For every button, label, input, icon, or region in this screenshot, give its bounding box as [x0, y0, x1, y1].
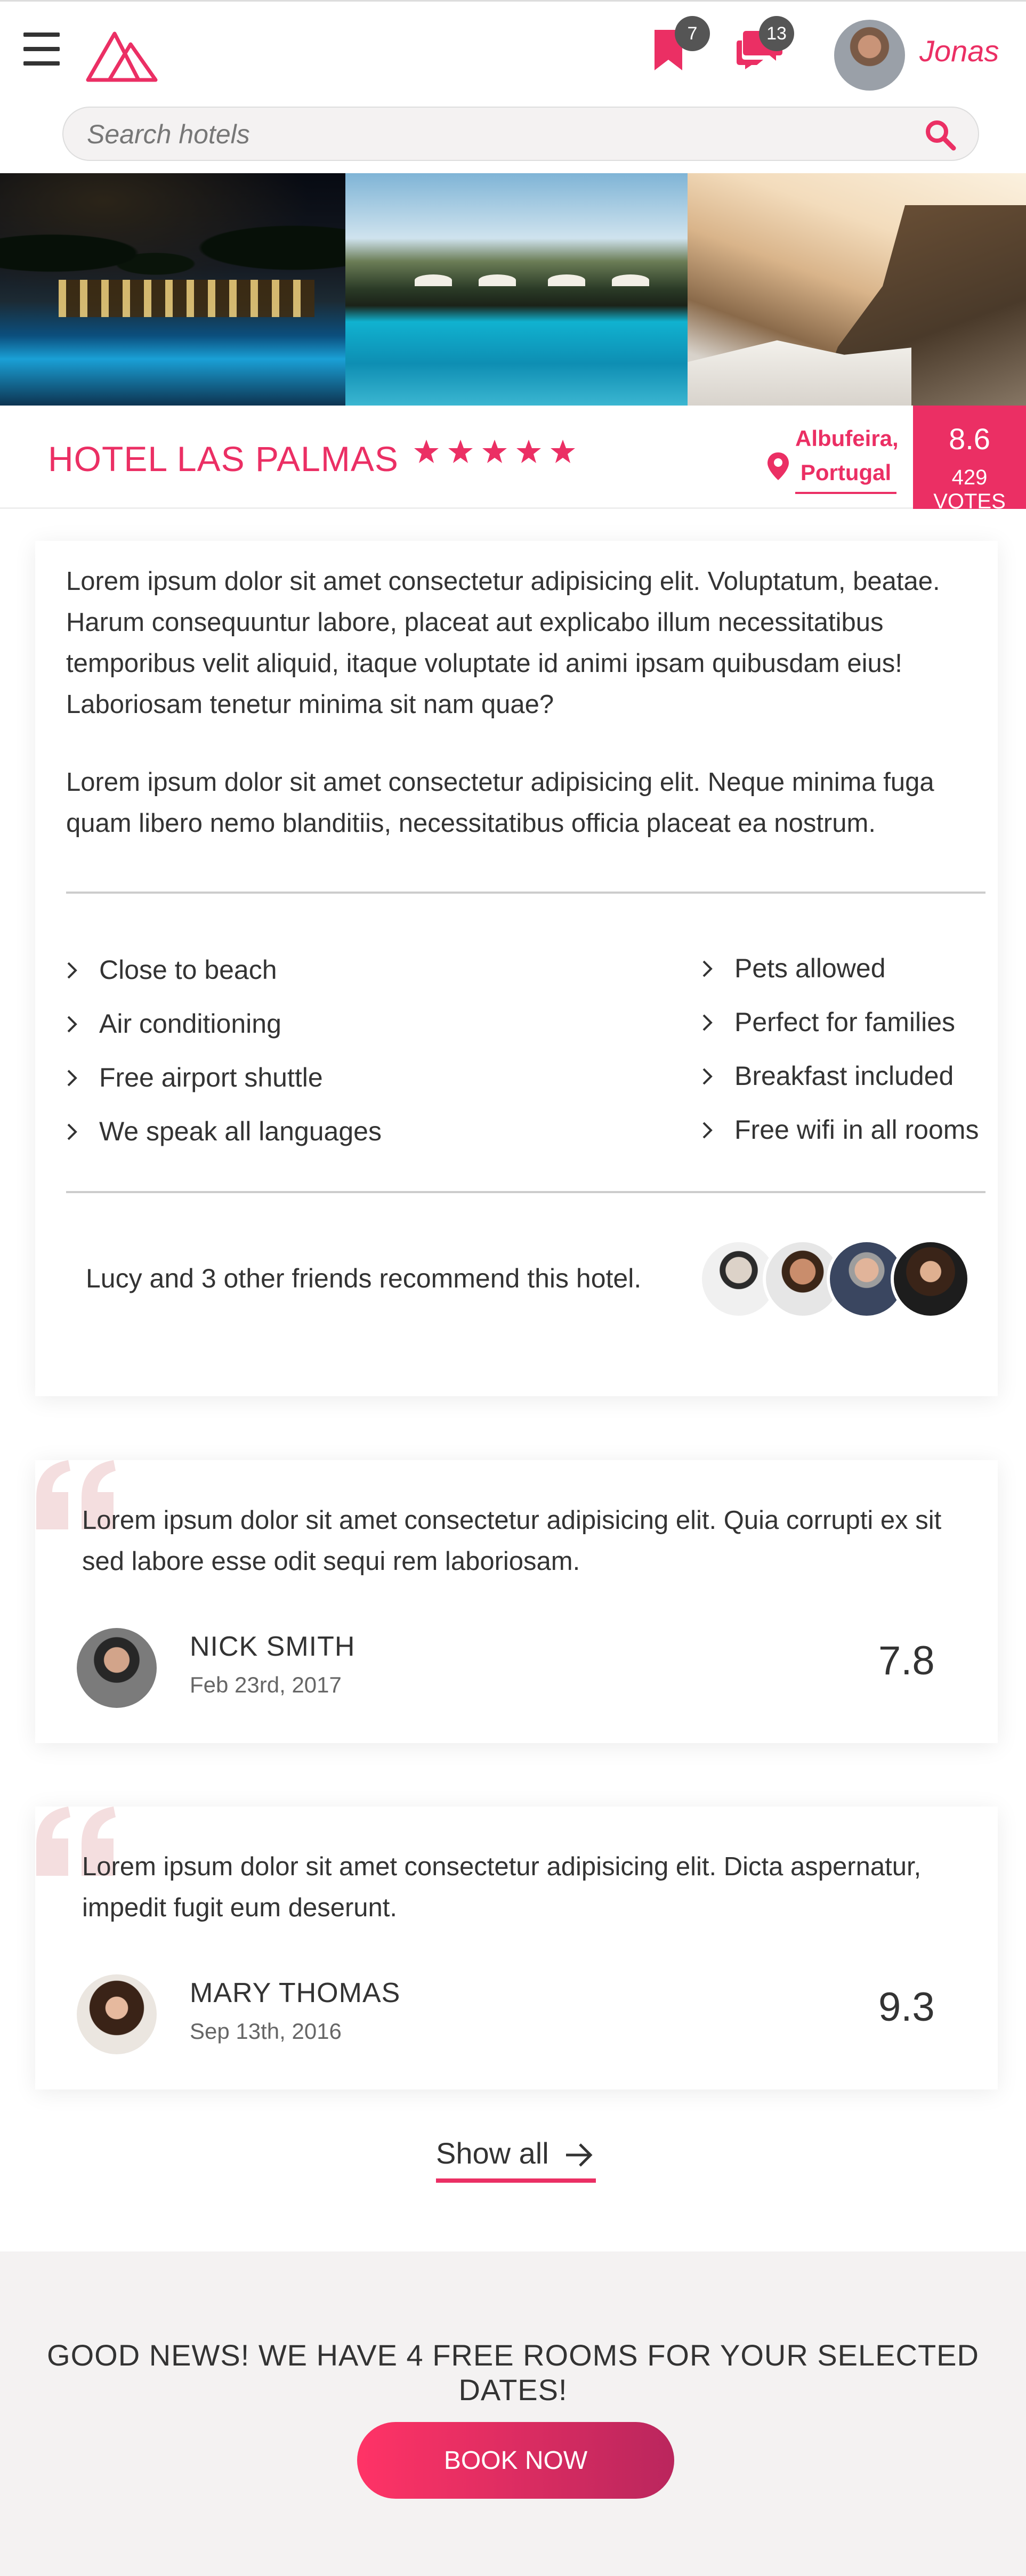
feature-label: Free airport shuttle — [99, 1063, 323, 1092]
search-icon[interactable] — [924, 118, 957, 151]
friend-avatar[interactable] — [891, 1239, 971, 1319]
chevron-right-icon — [702, 1014, 713, 1031]
chevron-right-icon — [702, 1068, 713, 1084]
cta-message: GOOD NEWS! WE HAVE 4 FREE ROOMS FOR YOUR… — [47, 2338, 979, 2407]
user-name[interactable]: Jonas — [919, 34, 999, 68]
location-country: Portugal — [800, 460, 892, 485]
coastal-cliff-photo[interactable] — [688, 173, 1026, 406]
review-score: 9.3 — [878, 1984, 935, 2030]
bookmark-count-badge: 7 — [675, 16, 710, 51]
bookmark-notification[interactable]: 7 — [651, 16, 710, 79]
feature-item: Breakfast included — [701, 1049, 979, 1103]
show-all-underline — [436, 2178, 596, 2183]
chat-count-badge: 13 — [759, 16, 794, 51]
reviewer-name: NICK SMITH — [190, 1631, 356, 1662]
review-text: Lorem ipsum dolor sit amet consectetur a… — [82, 1506, 942, 1576]
hotel-name: HOTEL LAS PALMAS — [48, 439, 399, 479]
booking-cta-section: GOOD NEWS! WE HAVE 4 FREE ROOMS FOR YOUR… — [0, 2251, 1026, 2576]
hotel-pool-day-photo[interactable] — [345, 173, 688, 406]
hotel-description-card: Lorem ipsum dolor sit amet consectetur a… — [35, 541, 998, 1396]
map-pin-icon — [768, 452, 789, 480]
feature-item: Air conditioning — [66, 997, 382, 1051]
location-text: Albufeira, Portugal — [795, 422, 899, 490]
reviewer-avatar — [77, 1628, 157, 1708]
feature-item: Free wifi in all rooms — [701, 1103, 979, 1157]
friends-avatars[interactable] — [699, 1239, 976, 1319]
user-avatar[interactable] — [834, 20, 905, 91]
divider — [66, 892, 985, 894]
chevron-right-icon — [67, 962, 77, 978]
features-list-right: Pets allowed Perfect for families Breakf… — [701, 942, 979, 1157]
feature-label: Perfect for families — [734, 1007, 956, 1037]
logo-icon[interactable] — [85, 29, 160, 83]
star-icon — [482, 440, 507, 463]
chevron-right-icon — [702, 960, 713, 977]
feature-label: Air conditioning — [99, 1009, 281, 1039]
description-paragraph-1: Lorem ipsum dolor sit amet consectetur a… — [66, 567, 940, 719]
review-date: Sep 13th, 2016 — [190, 2019, 342, 2044]
rating-value: 8.6 — [949, 422, 990, 456]
reviewer-avatar — [77, 1974, 157, 2054]
hamburger-menu-icon[interactable] — [23, 33, 60, 74]
search-input[interactable] — [87, 117, 886, 151]
description-paragraph-2: Lorem ipsum dolor sit amet consectetur a… — [66, 768, 934, 838]
review-text: Lorem ipsum dolor sit amet consectetur a… — [82, 1852, 922, 1922]
star-rating — [413, 439, 576, 465]
review-score: 7.8 — [878, 1638, 935, 1683]
show-all-link[interactable]: Show all — [436, 2136, 596, 2184]
feature-label: Breakfast included — [734, 1061, 954, 1091]
hotel-location-link[interactable]: Albufeira, Portugal — [762, 422, 901, 496]
chevron-right-icon — [67, 1070, 77, 1086]
star-icon — [551, 440, 575, 463]
feature-item: We speak all languages — [66, 1105, 382, 1159]
location-city: Albufeira, — [795, 426, 899, 451]
review-card: Lorem ipsum dolor sit amet consectetur a… — [35, 1807, 998, 2089]
rating-votes: 429 VOTES — [933, 466, 1006, 513]
star-icon — [414, 440, 439, 463]
feature-item: Free airport shuttle — [66, 1051, 382, 1105]
feature-item: Perfect for families — [701, 995, 979, 1049]
chevron-right-icon — [702, 1122, 713, 1138]
friends-recommend-text: Lucy and 3 other friends recommend this … — [86, 1263, 642, 1293]
reviewer-name: MARY THOMAS — [190, 1978, 401, 2008]
feature-item: Close to beach — [66, 943, 382, 997]
star-icon — [448, 440, 473, 463]
book-now-button[interactable]: BOOK NOW — [357, 2422, 674, 2499]
star-icon — [516, 440, 541, 463]
feature-label: We speak all languages — [99, 1116, 382, 1146]
review-date: Feb 23rd, 2017 — [190, 1672, 342, 1697]
feature-item: Pets allowed — [701, 942, 979, 995]
show-all-label: Show all — [436, 2136, 549, 2170]
hotel-pool-night-photo[interactable] — [0, 173, 345, 406]
feature-label: Pets allowed — [734, 953, 886, 983]
top-header: 7 13 Jonas — [0, 0, 1026, 161]
search-bar — [62, 107, 979, 161]
feature-label: Free wifi in all rooms — [734, 1115, 979, 1145]
rating-box: 8.6 429 VOTES — [913, 406, 1026, 513]
photo-gallery — [0, 173, 1026, 406]
features-list-left: Close to beach Air conditioning Free air… — [66, 943, 382, 1159]
chevron-right-icon — [67, 1016, 77, 1032]
hotel-title-bar: HOTEL LAS PALMAS Albufeira, Portugal 8.6… — [0, 406, 1026, 513]
feature-label: Close to beach — [99, 955, 277, 985]
chat-notification[interactable]: 13 — [736, 16, 794, 79]
chevron-right-icon — [67, 1123, 77, 1140]
review-card: Lorem ipsum dolor sit amet consectetur a… — [35, 1460, 998, 1743]
arrow-right-icon — [565, 2143, 593, 2167]
divider — [66, 1191, 985, 1193]
location-underline — [795, 492, 896, 494]
